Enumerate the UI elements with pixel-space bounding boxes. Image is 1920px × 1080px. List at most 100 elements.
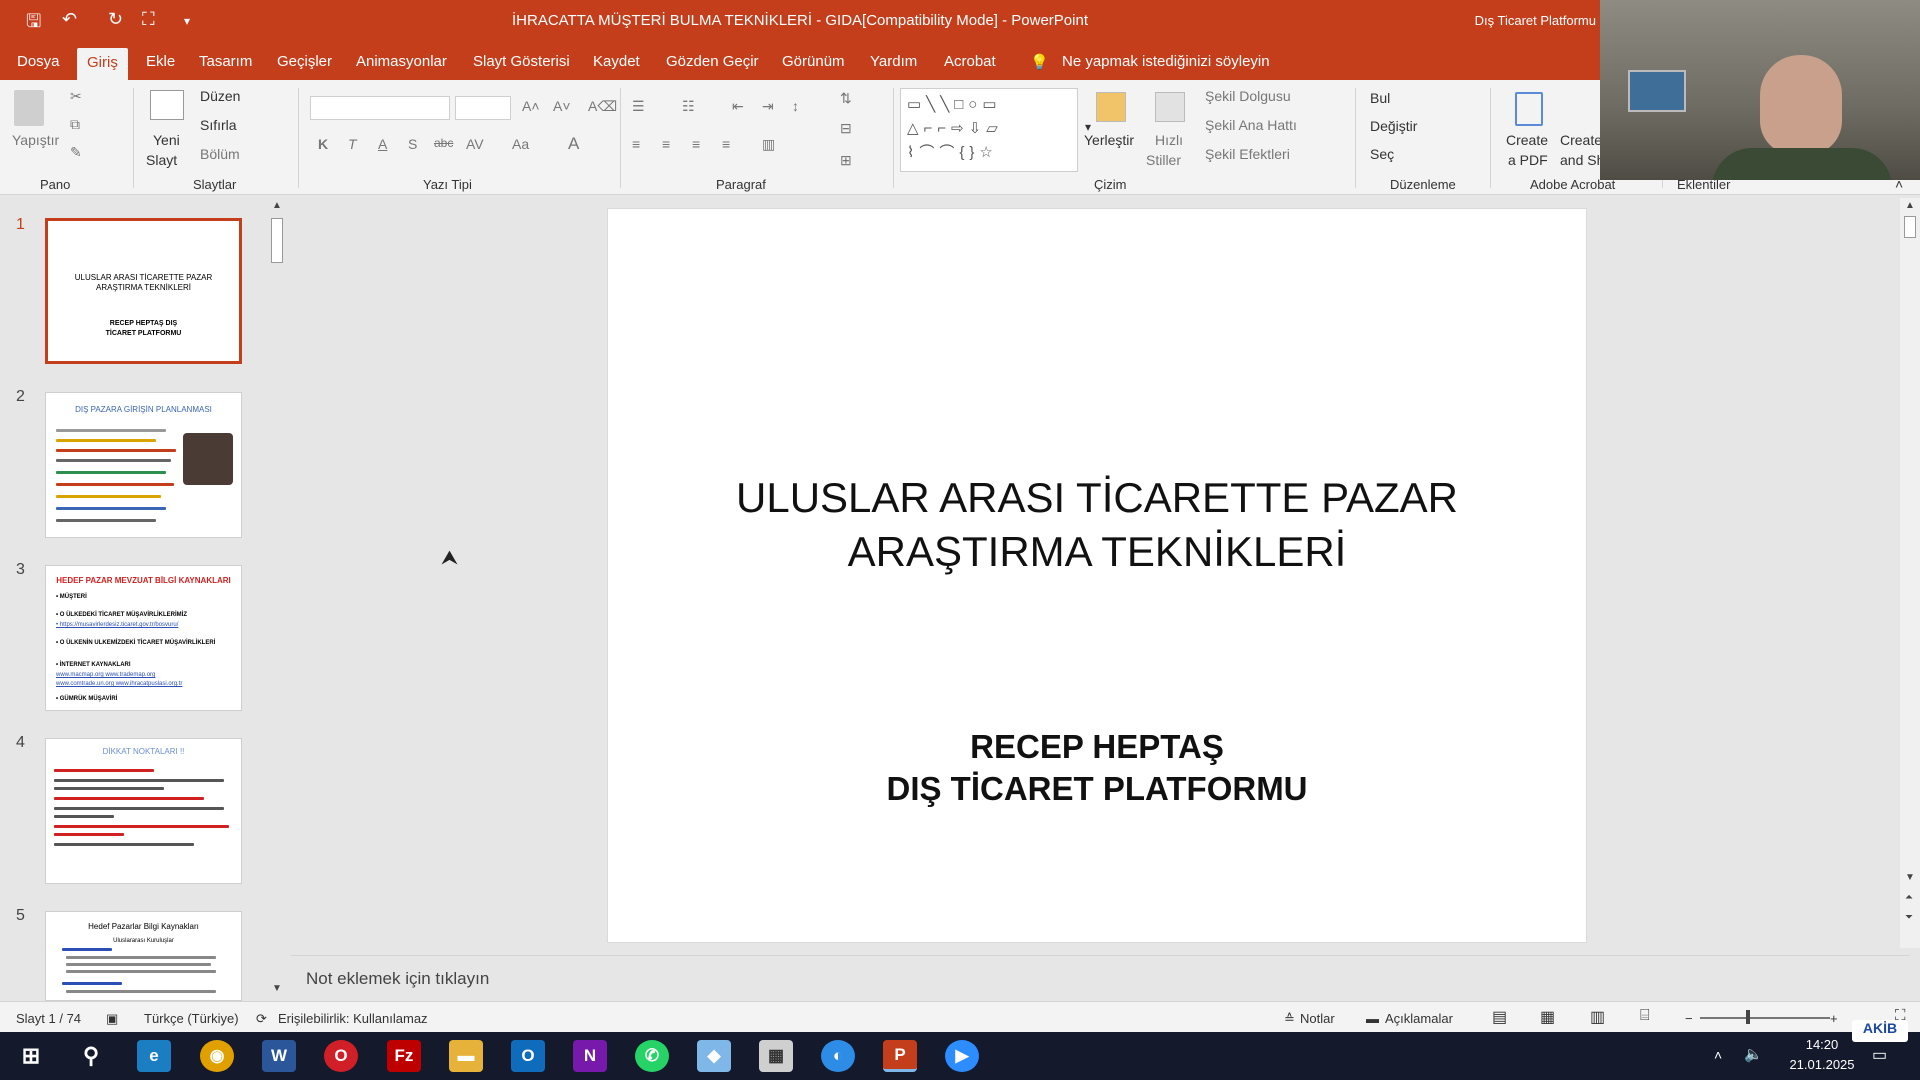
align-left-icon[interactable]: ≡ <box>632 136 640 152</box>
outlook-icon[interactable]: O <box>511 1040 545 1072</box>
zoom-icon[interactable]: ▶ <box>945 1040 979 1072</box>
reading-view-icon[interactable]: ▥ <box>1590 1007 1605 1027</box>
accessibility-status[interactable]: Erişilebilirlik: Kullanılamaz <box>278 1011 428 1026</box>
text-direction-icon[interactable]: ⇅ <box>840 90 852 107</box>
word-icon[interactable]: W <box>262 1040 296 1072</box>
zoom-slider-handle[interactable] <box>1746 1010 1750 1024</box>
arrange-button[interactable]: Yerleştir <box>1084 132 1134 148</box>
previous-slide-icon[interactable]: ⏶ <box>1905 892 1913 903</box>
create-pdf-button[interactable]: Create <box>1506 132 1548 148</box>
notes-toggle-icon[interactable]: ≙ <box>1284 1011 1295 1027</box>
font-name-field[interactable] <box>310 96 450 120</box>
taskbar-date[interactable]: 21.01.2025 <box>1782 1057 1862 1072</box>
comments-icon[interactable]: ▬ <box>1366 1011 1379 1026</box>
shapes-gallery[interactable]: ▭╲╲□○▭ △⌐⌐⇨⇩▱ ⌇⌒⌒{}☆ <box>900 88 1078 172</box>
clear-format-icon[interactable]: A⌫ <box>588 98 617 115</box>
tab-yardim[interactable]: Yardım <box>870 53 917 70</box>
paste-icon[interactable] <box>14 90 44 126</box>
powerpoint-icon[interactable]: P <box>883 1040 917 1072</box>
shadow-icon[interactable]: S <box>408 136 417 152</box>
justify-icon[interactable]: ≡ <box>722 136 730 152</box>
shape-outline-button[interactable]: Şekil Ana Hattı <box>1205 117 1297 133</box>
new-slide-icon[interactable] <box>150 90 184 120</box>
chrome-icon[interactable]: ◉ <box>200 1040 234 1072</box>
shape-fill-button[interactable]: Şekil Dolgusu <box>1205 88 1291 104</box>
bullets-icon[interactable]: ☰ <box>632 98 645 115</box>
align-text-icon[interactable]: ⊟ <box>840 120 852 137</box>
smartart-icon[interactable]: ⊞ <box>840 152 852 169</box>
create-share-button[interactable]: Create <box>1560 132 1602 148</box>
slideshow-view-icon[interactable]: ⌸ <box>1640 1007 1650 1025</box>
slide-subtitle[interactable]: RECEP HEPTAŞ DIŞ TİCARET PLATFORMU <box>608 726 1586 810</box>
spellcheck-icon[interactable]: ▣ <box>106 1011 118 1027</box>
quick-styles-button[interactable]: Hızlı <box>1155 132 1183 148</box>
reset-button[interactable]: Sıfırla <box>200 117 237 133</box>
tab-gorunum[interactable]: Görünüm <box>782 53 845 70</box>
line-spacing-icon[interactable]: ↕ <box>792 98 799 114</box>
font-color-icon[interactable]: A <box>568 134 579 154</box>
tab-dosya[interactable]: Dosya <box>17 53 60 70</box>
replace-button[interactable]: Değiştir <box>1370 118 1417 134</box>
volume-icon[interactable]: 🔈 <box>1744 1045 1763 1063</box>
numbering-icon[interactable]: ☷ <box>682 98 695 115</box>
layout-button[interactable]: Düzen <box>200 88 240 104</box>
slide-thumbnail-2[interactable]: DIŞ PAZARA GİRİŞİN PLANLANMASI <box>45 392 242 538</box>
onenote-icon[interactable]: N <box>573 1040 607 1072</box>
slide-scrollbar-thumb[interactable] <box>1904 216 1916 238</box>
accessibility-icon[interactable]: ⟳ <box>256 1011 267 1027</box>
tab-animasyonlar[interactable]: Animasyonlar <box>356 53 447 70</box>
tab-gozden-gecir[interactable]: Gözden Geçir <box>666 53 759 70</box>
arrange-icon[interactable] <box>1096 92 1126 122</box>
language-indicator[interactable]: Türkçe (Türkiye) <box>144 1011 239 1026</box>
italic-icon[interactable]: T <box>348 136 357 152</box>
slide-sorter-icon[interactable]: ▦ <box>1540 1007 1555 1027</box>
zoom-in-icon[interactable]: + <box>1830 1011 1838 1026</box>
shrink-font-icon[interactable]: A˅ <box>553 98 571 114</box>
columns-icon[interactable]: ▥ <box>762 136 775 153</box>
find-button[interactable]: Bul <box>1370 90 1390 106</box>
slide-thumbnail-3[interactable]: HEDEF PAZAR MEVZUAT BİLGİ KAYNAKLARI • M… <box>45 565 242 711</box>
slide-scrollbar[interactable]: ▲ ▼ ⏶ ⏷ <box>1900 198 1920 948</box>
taskbar-time[interactable]: 14:20 <box>1792 1037 1852 1052</box>
windows-start-icon[interactable]: ⊞ <box>14 1040 48 1072</box>
strikethrough-icon[interactable]: abc <box>434 136 453 150</box>
decrease-indent-icon[interactable]: ⇤ <box>732 98 744 115</box>
tab-gecisler[interactable]: Geçişler <box>277 53 332 70</box>
change-case-icon[interactable]: Aa <box>512 136 529 152</box>
align-center-icon[interactable]: ≡ <box>662 136 670 152</box>
tab-ekle[interactable]: Ekle <box>146 53 175 70</box>
quick-styles-icon[interactable] <box>1155 92 1185 122</box>
grow-font-icon[interactable]: A˄ <box>522 98 540 114</box>
zoom-out-icon[interactable]: − <box>1685 1011 1693 1026</box>
edge-icon[interactable]: e <box>137 1040 171 1072</box>
notes-placeholder[interactable]: Not eklemek için tıklayın <box>306 969 489 989</box>
tab-slayt-gosterisi[interactable]: Slayt Gösterisi <box>473 53 570 70</box>
thumbnail-scrollbar[interactable]: ▲ ▼ <box>268 198 286 1003</box>
select-button[interactable]: Seç <box>1370 146 1394 162</box>
calculator-icon[interactable]: ▦ <box>759 1040 793 1072</box>
cut-icon[interactable]: ✂ <box>70 88 82 105</box>
zoom-slider[interactable] <box>1700 1017 1830 1019</box>
shape-effects-button[interactable]: Şekil Efektleri <box>1205 146 1290 162</box>
tray-expand-icon[interactable]: ˄ <box>1714 1047 1722 1063</box>
whatsapp-icon[interactable]: ✆ <box>635 1040 669 1072</box>
slide-canvas[interactable]: ULUSLAR ARASI TİCARETTE PAZAR ARAŞTIRMA … <box>607 208 1587 943</box>
tell-me-search[interactable]: Ne yapmak istediğinizi söyleyin <box>1062 53 1270 70</box>
file-explorer-icon[interactable]: ▬ <box>449 1040 483 1072</box>
opera-icon[interactable]: O <box>324 1040 358 1072</box>
slide-thumbnail-5[interactable]: Hedef Pazarlar Bilgi Kaynakları Uluslara… <box>45 911 242 1001</box>
notes-toggle-button[interactable]: Notlar <box>1300 1011 1335 1026</box>
tab-kaydet[interactable]: Kaydet <box>593 53 640 70</box>
slide-thumbnail-1[interactable]: ULUSLAR ARASI TİCARETTE PAZAR ARAŞTIRMA … <box>45 218 242 364</box>
underline-icon[interactable]: A <box>378 136 387 152</box>
notifications-icon[interactable]: ▭ <box>1872 1045 1887 1065</box>
tab-giris[interactable]: Giriş <box>77 48 128 80</box>
scrollbar-thumb[interactable] <box>271 218 283 263</box>
messenger-icon[interactable]: ◐ <box>821 1040 855 1072</box>
comments-button[interactable]: Açıklamalar <box>1385 1011 1453 1026</box>
new-slide-button[interactable]: Yeni <box>153 132 180 148</box>
normal-view-icon[interactable]: ▤ <box>1492 1007 1507 1027</box>
create-pdf-icon[interactable] <box>1515 92 1543 126</box>
tab-acrobat[interactable]: Acrobat <box>944 53 996 70</box>
notes-pane[interactable]: Not eklemek için tıklayın <box>290 955 1910 1001</box>
